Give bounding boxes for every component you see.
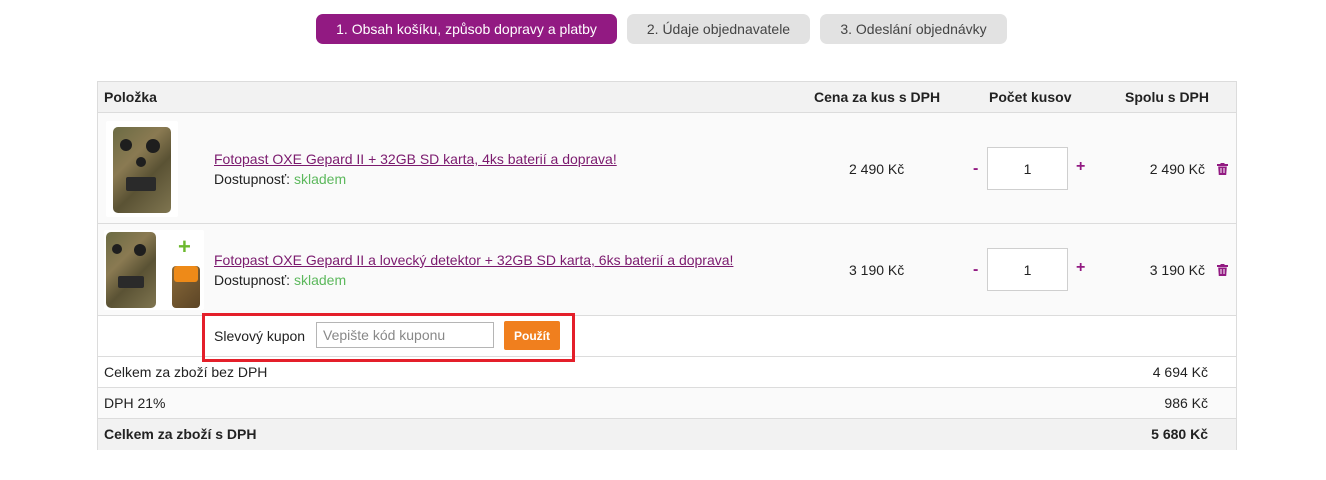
- header-unit-price: Cena za kus s DPH: [814, 89, 941, 105]
- summary-value: 5 680 Kč: [1151, 426, 1208, 442]
- availability: Dostupnosť: skladem: [214, 272, 346, 288]
- product-link[interactable]: Fotopast OXE Gepard II a lovecký detekto…: [214, 252, 733, 268]
- camera-trap-image[interactable]: [106, 121, 178, 217]
- camera-trap-with-detector-image[interactable]: +: [104, 230, 204, 310]
- header-item: Položka: [104, 89, 157, 105]
- availability: Dostupnosť: skladem: [214, 171, 346, 187]
- quantity-input[interactable]: [987, 147, 1068, 190]
- availability-value: skladem: [293, 272, 347, 288]
- summary-label: DPH 21%: [104, 395, 166, 411]
- summary-value: 4 694 Kč: [1152, 364, 1208, 380]
- summary-value: 986 Kč: [1164, 395, 1208, 411]
- summary-label: Celkem za zboží s DPH: [104, 426, 257, 442]
- coupon-label: Slevový kupon: [214, 328, 306, 344]
- line-total: 2 490 Kč: [1149, 161, 1205, 177]
- apply-coupon-button[interactable]: Použít: [504, 321, 560, 350]
- decrease-quantity-button[interactable]: -: [973, 161, 978, 177]
- product-link[interactable]: Fotopast OXE Gepard II + 32GB SD karta, …: [214, 151, 617, 167]
- header-quantity: Počet kusov: [989, 89, 1072, 105]
- trash-icon[interactable]: [1217, 163, 1228, 175]
- table-row: + Fotopast OXE Gepard II a lovecký detek…: [98, 224, 1236, 316]
- line-total: 3 190 Kč: [1149, 262, 1205, 278]
- step-cart[interactable]: 1. Obsah košíku, způsob dopravy a platby: [316, 14, 617, 44]
- increase-quantity-button[interactable]: +: [1076, 260, 1085, 276]
- plus-icon: +: [178, 234, 191, 259]
- availability-value: skladem: [293, 171, 347, 187]
- trash-icon[interactable]: [1217, 264, 1228, 276]
- decrease-quantity-button[interactable]: -: [973, 262, 978, 278]
- step-order-submit[interactable]: 3. Odeslání objednávky: [820, 14, 1007, 44]
- unit-price: 2 490 Kč: [849, 161, 905, 177]
- cart-table: Položka Cena za kus s DPH Počet kusov Sp…: [97, 81, 1237, 450]
- summary-row: DPH 21% 986 Kč: [98, 388, 1236, 419]
- summary-row: Celkem za zboží s DPH 5 680 Kč: [98, 419, 1236, 450]
- table-header-row: Položka Cena za kus s DPH Počet kusov Sp…: [98, 82, 1236, 113]
- unit-price: 3 190 Kč: [849, 262, 905, 278]
- checkout-steps: 1. Obsah košíku, způsob dopravy a platby…: [0, 14, 1326, 44]
- increase-quantity-button[interactable]: +: [1076, 159, 1085, 175]
- quantity-input[interactable]: [987, 248, 1068, 291]
- step-customer-details[interactable]: 2. Údaje objednavatele: [627, 14, 810, 44]
- availability-label: Dostupnosť:: [214, 272, 291, 288]
- availability-label: Dostupnosť:: [214, 171, 291, 187]
- coupon-code-input[interactable]: [316, 322, 494, 348]
- table-row: Fotopast OXE Gepard II + 32GB SD karta, …: [98, 113, 1236, 224]
- header-total: Spolu s DPH: [1125, 89, 1210, 105]
